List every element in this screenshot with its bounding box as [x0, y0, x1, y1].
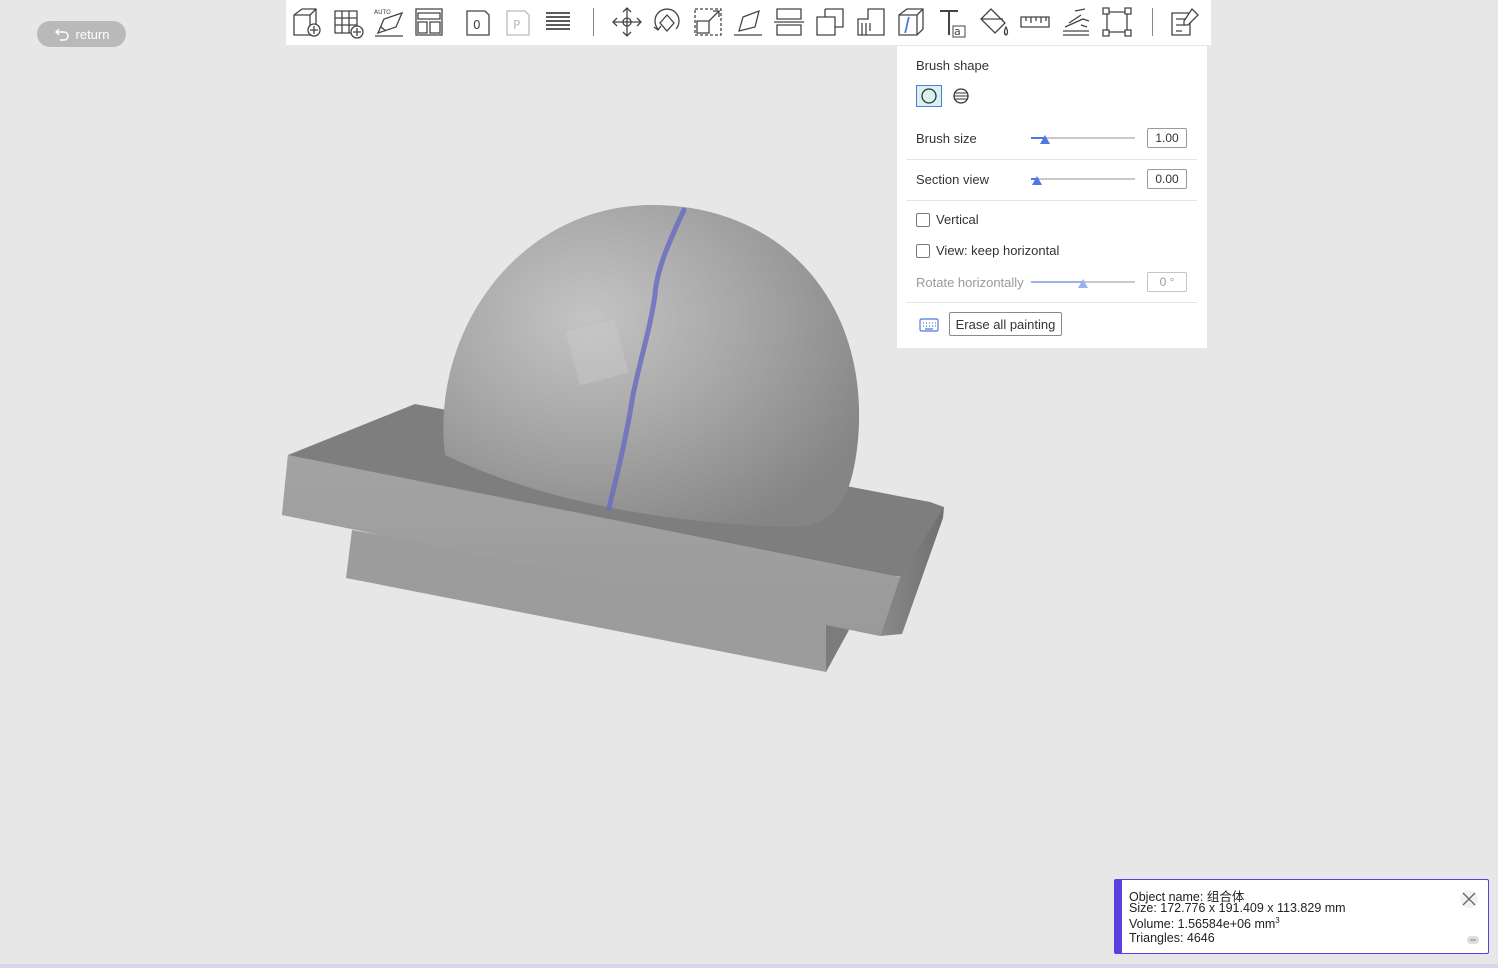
- rotate-horizontally-value[interactable]: 0 °: [1147, 272, 1187, 292]
- lay-flat-icon[interactable]: [729, 4, 767, 40]
- settings-panel-icon[interactable]: [1166, 4, 1204, 40]
- 3d-viewport[interactable]: [0, 0, 1498, 968]
- move-icon[interactable]: [608, 4, 646, 40]
- plate-p-icon[interactable]: P: [499, 4, 537, 40]
- arrange-icon[interactable]: [410, 4, 448, 40]
- seam-paint-panel: Brush shape Brush size 1.00 Section view…: [897, 46, 1207, 348]
- scale-icon[interactable]: [689, 4, 727, 40]
- paint-bucket-icon[interactable]: [975, 4, 1013, 40]
- vertical-checkbox[interactable]: [916, 213, 930, 227]
- svg-text:AUTO: AUTO: [374, 9, 391, 16]
- svg-text:0: 0: [473, 18, 481, 32]
- text-emboss-icon[interactable]: a: [934, 4, 972, 40]
- undo-arrow-icon: [54, 28, 69, 41]
- return-button[interactable]: return: [37, 21, 126, 47]
- divider: [906, 159, 1197, 160]
- cut-icon[interactable]: [770, 4, 808, 40]
- keep-horizontal-label: View: keep horizontal: [936, 243, 1060, 258]
- brush-size-value[interactable]: 1.00: [1147, 128, 1187, 148]
- layers-icon[interactable]: [539, 4, 577, 40]
- object-triangles: Triangles: 4646: [1129, 931, 1215, 945]
- paint-seam-icon[interactable]: [893, 4, 931, 40]
- brush-size-slider[interactable]: [1031, 135, 1135, 144]
- slider-thumb[interactable]: [1032, 176, 1042, 185]
- svg-text:a: a: [954, 25, 961, 38]
- status-strip: [0, 964, 1498, 968]
- slider-fill: [1031, 281, 1083, 283]
- slider-thumb[interactable]: [1040, 135, 1050, 144]
- top-toolbar: AUTO 0 P a: [286, 0, 1211, 45]
- auto-layout-icon[interactable]: AUTO: [370, 4, 408, 40]
- measure-icon[interactable]: [1016, 4, 1054, 40]
- brush-size-label: Brush size: [916, 131, 977, 146]
- keyboard-icon[interactable]: [919, 317, 939, 333]
- split-parts-icon[interactable]: [811, 4, 849, 40]
- circle-brush-icon: [921, 88, 937, 104]
- toolbar-separator: [593, 8, 594, 36]
- bounding-box-icon[interactable]: [1098, 4, 1136, 40]
- circle-brush-button[interactable]: [916, 85, 942, 107]
- rotate-horizontally-slider[interactable]: [1031, 279, 1135, 288]
- variable-layer-icon[interactable]: [1057, 4, 1095, 40]
- toolbar-separator: [1152, 8, 1153, 36]
- svg-text:P: P: [513, 18, 520, 32]
- object-info-panel: Object name: 组合体 Size: 172.776 x 191.409…: [1114, 879, 1489, 954]
- section-view-slider[interactable]: [1031, 176, 1135, 185]
- divider: [906, 302, 1197, 303]
- add-grid-icon[interactable]: [329, 4, 367, 40]
- erase-all-painting-button[interactable]: Erase all painting: [949, 312, 1062, 336]
- rotate-icon[interactable]: [648, 4, 686, 40]
- divider: [906, 200, 1197, 201]
- support-icon[interactable]: [852, 4, 890, 40]
- plate-icon[interactable]: 0: [459, 4, 497, 40]
- object-volume: Volume: 1.56584e+06 mm3: [1129, 916, 1280, 932]
- rotate-horizontally-label: Rotate horizontally: [916, 275, 1024, 290]
- vertical-label: Vertical: [936, 212, 979, 227]
- slider-thumb[interactable]: [1078, 279, 1088, 288]
- brush-shape-label: Brush shape: [916, 58, 989, 73]
- section-view-value[interactable]: 0.00: [1147, 169, 1187, 189]
- object-size: Size: 172.776 x 191.409 x 113.829 mm: [1129, 901, 1346, 915]
- return-label: return: [75, 26, 110, 42]
- keep-horizontal-checkbox[interactable]: [916, 244, 930, 258]
- model-render[interactable]: [0, 0, 1498, 968]
- dome: [443, 205, 860, 527]
- add-model-icon[interactable]: [288, 4, 326, 40]
- section-view-label: Section view: [916, 172, 989, 187]
- minimize-icon[interactable]: [1467, 936, 1479, 944]
- sphere-brush-button[interactable]: [948, 85, 974, 107]
- sphere-brush-icon: [953, 88, 969, 104]
- close-icon[interactable]: [1459, 889, 1479, 909]
